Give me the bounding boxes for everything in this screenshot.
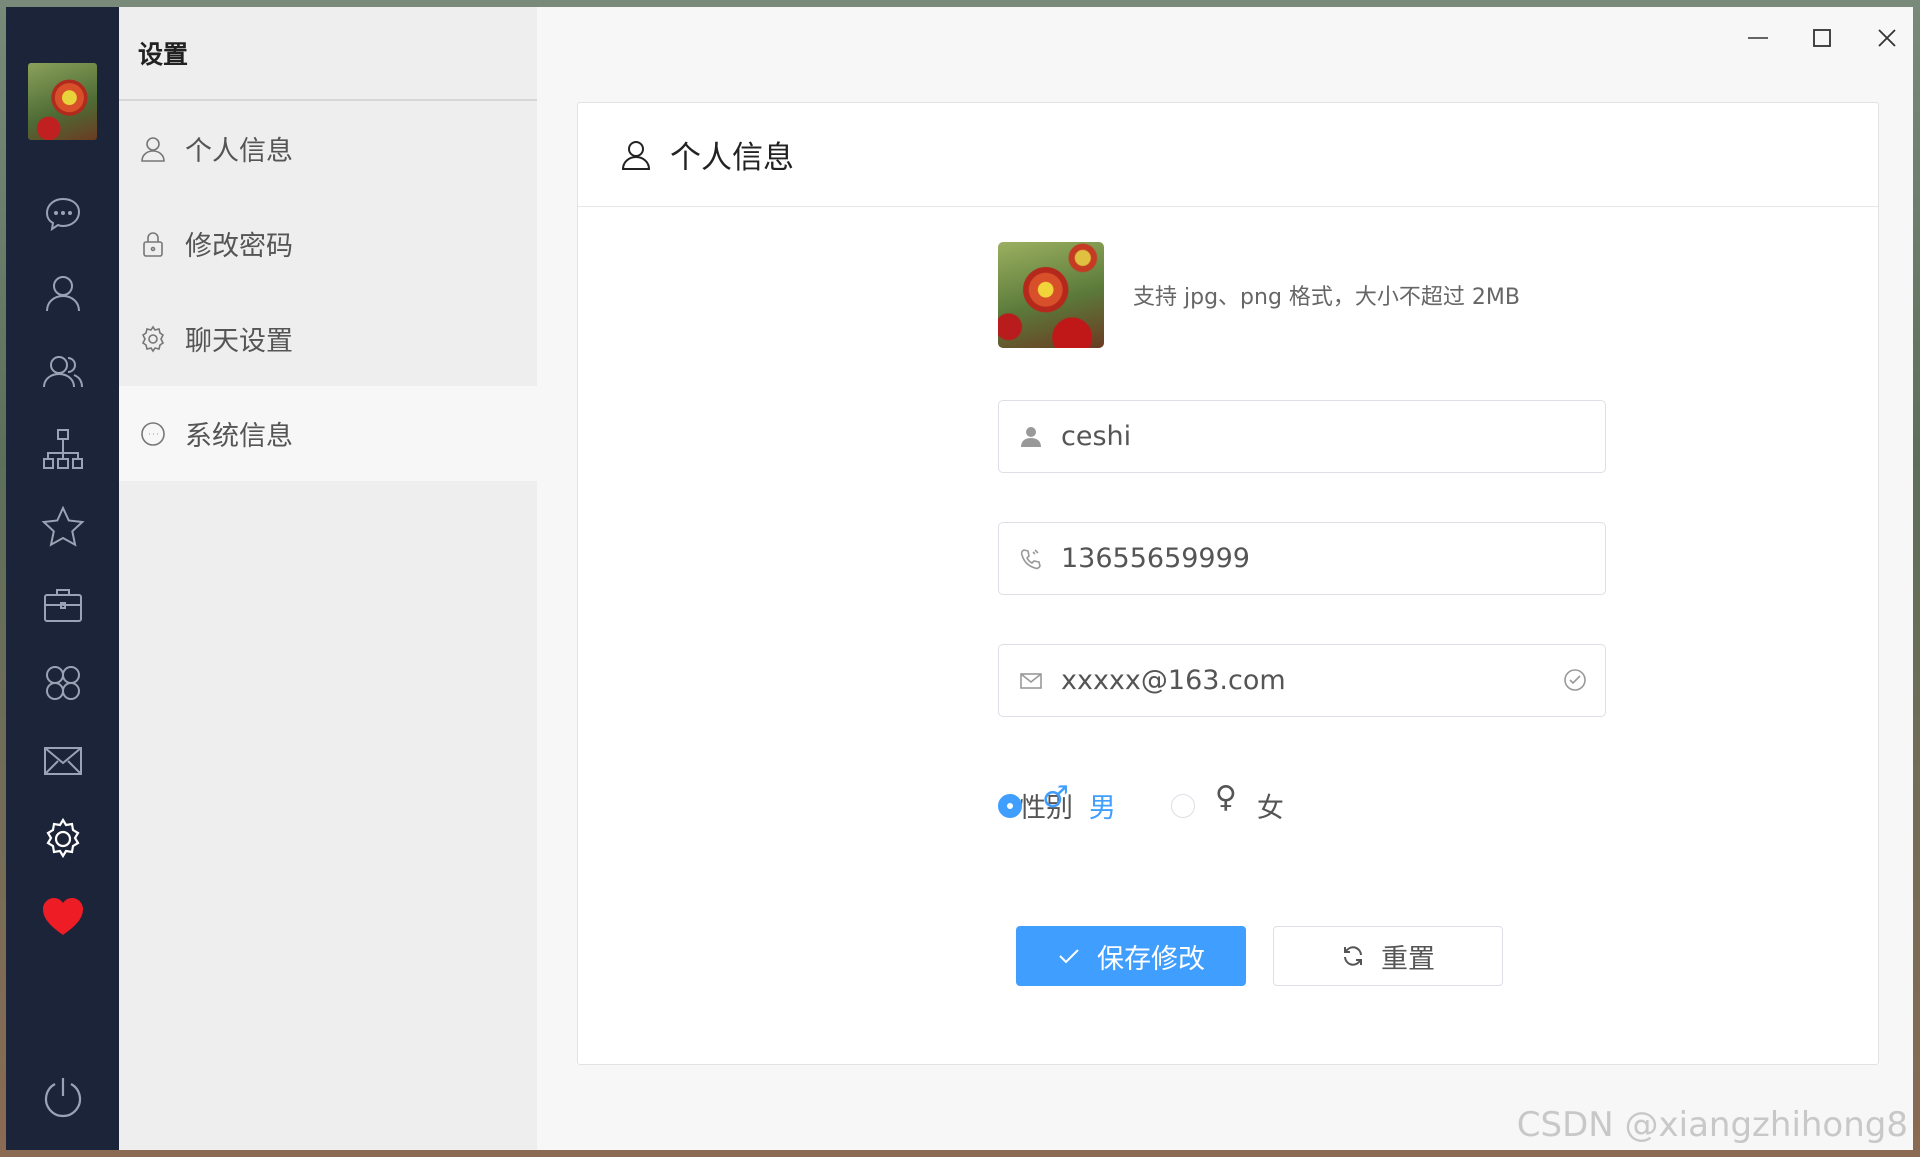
user-icon [45,276,80,312]
phone-input[interactable]: 13655659999 [998,522,1606,595]
avatar-row: *头像 支持 jpg、png 格式，大小不超过 2MB [578,242,1878,348]
menu-item-password[interactable]: 修改密码 [119,196,537,291]
minimize-button[interactable] [1735,15,1781,61]
gender-row: 性别 ♂ 男 ♀ 女 [578,768,1878,843]
name-input[interactable]: ceshi [998,400,1606,473]
nav-work[interactable] [6,566,119,644]
maximize-button[interactable] [1799,15,1845,61]
gear-icon [141,325,165,352]
close-icon [1878,29,1896,47]
name-value: ceshi [1061,421,1132,452]
phone-value: 13655659999 [1061,543,1250,574]
menu-item-label: 聊天设置 [185,326,293,357]
menu-item-label: 个人信息 [185,136,293,167]
apps-icon [45,666,80,700]
org-chart-icon [42,429,83,469]
star-icon [41,505,85,547]
user-solid-icon [1021,426,1041,447]
menu-item-profile[interactable]: 个人信息 [119,101,537,196]
left-nav [6,7,119,1150]
title-bar [537,7,1913,62]
refresh-icon [1344,946,1362,966]
menu-item-chat-settings[interactable]: 聊天设置 [119,291,537,386]
avatar[interactable] [28,63,97,140]
reset-button-label: 重置 [1381,943,1435,975]
email-row: *邮箱 xxxxx@163.com [578,643,1878,718]
main-panel: 个人信息 *头像 支持 jpg、png 格式，大小不超过 2MB *名称 ces… [537,7,1913,1150]
gender-male-radio[interactable] [998,793,1022,818]
menu-item-label: 系统信息 [185,421,293,452]
nav-contacts[interactable] [6,254,119,332]
mail-icon [43,747,82,775]
email-value: xxxxx@163.com [1061,665,1286,696]
nav-mail[interactable] [6,722,119,800]
settings-icon [45,817,80,859]
female-symbol-icon: ♀ [1214,780,1237,815]
save-button-label: 保存修改 [1097,943,1205,975]
gender-female-label[interactable]: 女 [1257,786,1284,825]
chat-bubble-icon [45,197,80,232]
avatar-upload[interactable] [998,242,1104,348]
nav-settings[interactable] [6,800,119,878]
menu-item-system-info[interactable]: 系统信息 [119,386,537,481]
nav-groups[interactable] [6,332,119,410]
gender-male-label[interactable]: 男 [1089,786,1116,825]
mail-icon [1020,672,1042,689]
close-button[interactable] [1864,15,1910,61]
nav-heart[interactable] [6,878,119,956]
maximize-icon [1813,29,1831,47]
save-button[interactable]: 保存修改 [1016,926,1246,986]
nav-favorites[interactable] [6,488,119,566]
card-title: 个人信息 [670,140,794,176]
reset-button[interactable]: 重置 [1273,926,1503,986]
card-header: 个人信息 [578,103,1878,207]
user-icon [141,136,165,162]
nav-chat[interactable] [6,176,119,254]
menu-item-label: 修改密码 [185,231,293,262]
briefcase-icon [43,589,82,622]
menu-title: 设置 [119,7,537,101]
check-circle-icon [1564,669,1586,691]
power-icon [44,1078,81,1118]
lock-icon [143,231,163,257]
avatar-hint: 支持 jpg、png 格式，大小不超过 2MB [1133,285,1520,310]
nav-apps[interactable] [6,644,119,722]
power-button[interactable] [6,1074,119,1120]
group-icon [42,356,83,388]
nav-organization[interactable] [6,410,119,488]
profile-card: 个人信息 *头像 支持 jpg、png 格式，大小不超过 2MB *名称 ces… [577,102,1879,1065]
male-symbol-icon: ♂ [1042,780,1069,815]
phone-icon [1020,548,1041,569]
app-window: 设置 个人信息 修改密码 聊天设置 系统信息 个人信息 支持 jpg、png 格… [6,7,1913,1150]
phone-row: *手机 13655659999 [578,521,1878,596]
name-row: *名称 ceshi [578,399,1878,474]
minimize-icon [1748,37,1768,39]
gender-female-radio[interactable] [1170,793,1195,818]
user-icon [621,140,651,170]
gender-radio-group: ♂ 男 ♀ 女 [998,780,1284,825]
settings-menu: 设置 个人信息 修改密码 聊天设置 系统信息 [119,7,537,1150]
watermark: CSDN @xiangzhihong8 [1516,1105,1908,1145]
check-icon [1059,949,1079,964]
email-input[interactable]: xxxxx@163.com [998,644,1606,717]
chat-icon [141,421,165,446]
heart-icon [42,898,83,935]
